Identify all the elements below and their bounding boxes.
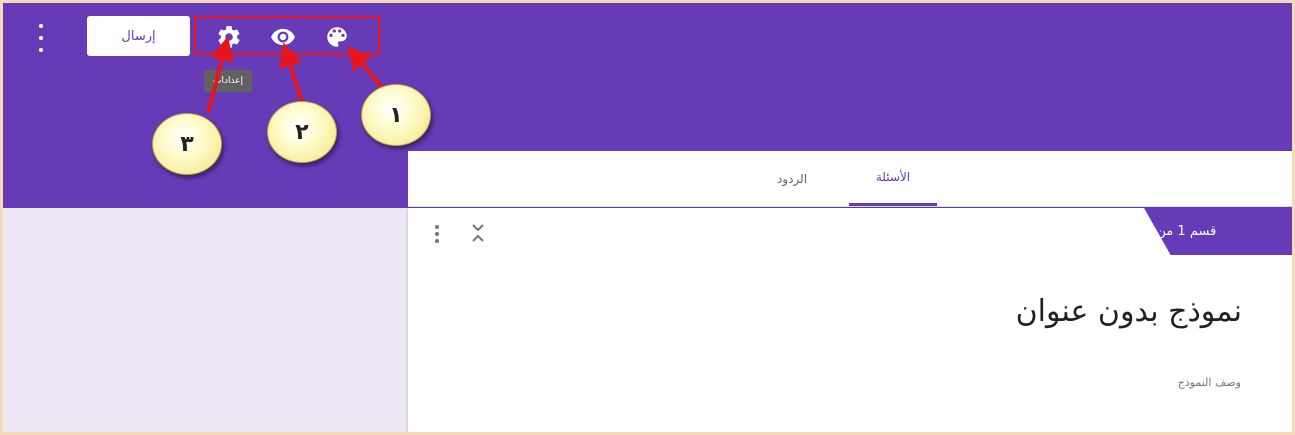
tab-responses[interactable]: الردود: [748, 151, 836, 206]
app-window: إرسال إعدادات ٣ ٢ ١ الأسئلة الردود قسم 1…: [3, 3, 1292, 432]
arrow-to-eye: [279, 42, 305, 107]
tab-bar: الأسئلة الردود: [408, 151, 1292, 207]
form-title[interactable]: نموذج بدون عنوان: [1016, 294, 1242, 329]
gear-icon[interactable]: [216, 24, 242, 50]
card-more-options-icon[interactable]: [433, 225, 441, 243]
collapse-icon[interactable]: [471, 223, 485, 243]
callout-badge-2: ٢: [267, 101, 337, 163]
form-header-card: قسم 1 من 2 نموذج بدون عنوان وصف النموذج: [408, 208, 1292, 432]
section-badge: قسم 1 من 2: [1144, 208, 1292, 255]
settings-tooltip: إعدادات: [204, 70, 252, 92]
callout-badge-1: ١: [361, 84, 431, 146]
form-description[interactable]: وصف النموذج: [1178, 376, 1241, 389]
callout-badge-3: ٣: [152, 113, 222, 175]
eye-icon[interactable]: [270, 24, 296, 50]
arrow-to-palette: [347, 45, 387, 93]
palette-icon[interactable]: [324, 24, 350, 50]
send-button[interactable]: إرسال: [87, 16, 190, 56]
tab-questions[interactable]: الأسئلة: [849, 151, 937, 206]
more-options-icon[interactable]: [33, 24, 49, 52]
